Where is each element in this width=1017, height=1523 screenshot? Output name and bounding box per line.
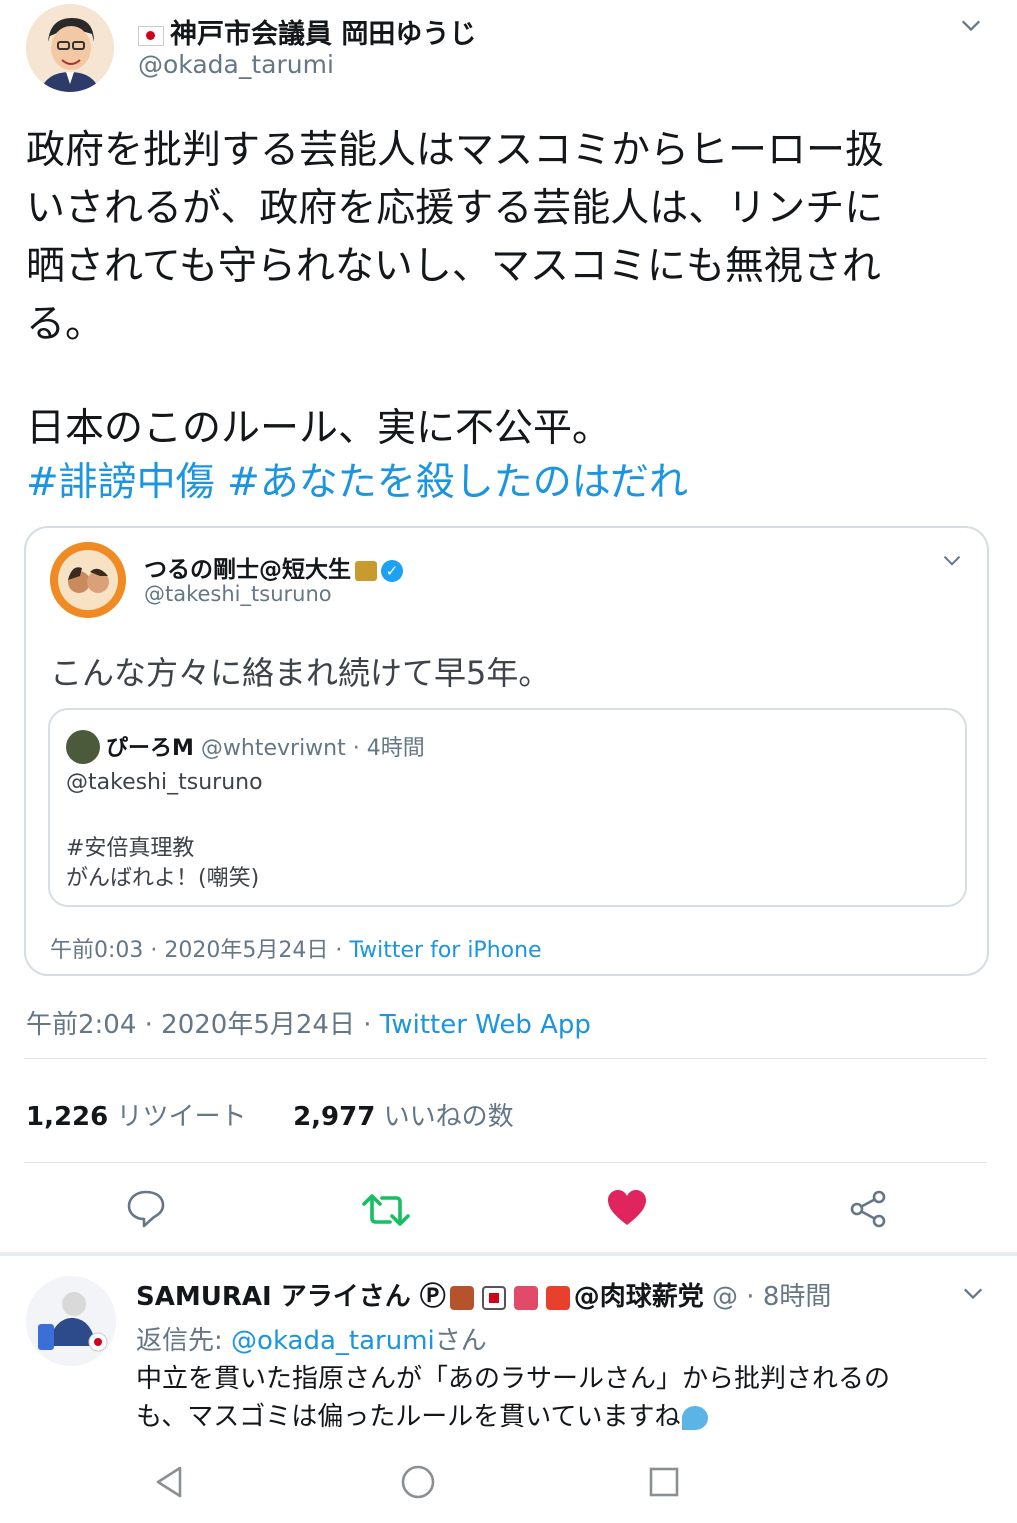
divider [24, 1058, 987, 1059]
retweet-icon [362, 1194, 410, 1226]
nested-author-line: ぴーろM @whtevriwnt · 4時間 [106, 730, 425, 762]
author-handle[interactable]: @okada_tarumi [138, 50, 334, 79]
likes-count: 2,977 [293, 1102, 376, 1132]
nested-author-handle[interactable]: @whtevriwnt · 4時間 [201, 736, 425, 761]
tweet-menu-chevron[interactable] [960, 14, 982, 40]
reply-to-suffix: さん [434, 1326, 487, 1356]
tweet-body-line: 晒されても守られないし、マスコミにも無視され [26, 244, 881, 289]
retweets-count: 1,226 [26, 1102, 109, 1132]
sweat-drops-emoji-icon [682, 1405, 709, 1430]
author-avatar[interactable] [26, 4, 114, 92]
flag-emoji-icon [481, 1285, 506, 1310]
nested-text: がんばれよ！(嘲笑) [66, 866, 260, 891]
shrimp-emoji-icon [545, 1285, 570, 1310]
quoted-author-name[interactable]: つるの剛士@短大生 ✓ [144, 550, 403, 584]
reply-icon [127, 1190, 165, 1228]
likes-label: いいねの数 [383, 1102, 514, 1132]
hashtags: #誹謗中傷 #あなたを殺したのはだれ [26, 456, 986, 510]
verified-badge-icon: ✓ [381, 559, 403, 582]
back-button[interactable] [152, 1464, 188, 1500]
tweet-source-link[interactable]: Twitter Web App [380, 1010, 591, 1040]
hashtag-link[interactable]: #誹謗中傷 [26, 460, 215, 505]
like-button[interactable] [606, 1188, 648, 1228]
reply-body-line: も、マスゴミは偏ったルールを貫いていますね [136, 1402, 681, 1432]
japan-flag-icon [138, 25, 164, 46]
chevron-down-icon [963, 1288, 983, 1300]
author-name[interactable]: 神戸市会議員 岡田ゆうじ [138, 12, 476, 51]
reply-author-avatar[interactable] [26, 1276, 116, 1366]
reply-button[interactable] [124, 1186, 168, 1230]
quoted-timestamp[interactable]: 午前0:03 · 2020年5月24日 · [50, 938, 349, 963]
hashtag-link[interactable]: #あなたを殺したのはだれ [227, 460, 688, 505]
recent-apps-icon [649, 1467, 679, 1497]
quoted-author-name-text: つるの剛士@短大生 [144, 557, 351, 583]
tweet-body-line: 日本のこのルール、実に不公平。 [26, 406, 612, 451]
retweets-label: リツイート [116, 1102, 247, 1132]
hot-springs-emoji-icon [513, 1285, 538, 1310]
reply-author-line: SAMURAI アライさん Ⓟ @肉球薪党 @ · 8時間 [136, 1276, 831, 1313]
meat-emoji-icon [449, 1285, 474, 1310]
graduation-emoji-icon [355, 560, 377, 581]
quoted-source-link[interactable]: Twitter for iPhone [349, 938, 541, 963]
reply-body: 中立を貫いた指原さんが「あのラサールさん」から批判されるの も、マスゴミは偏った… [136, 1360, 890, 1436]
quoted-tweet-card[interactable]: つるの剛士@短大生 ✓ @takeshi_tsuruno こんな方々に絡まれ続けて… [24, 526, 989, 976]
share-icon [850, 1190, 886, 1228]
heart-icon [608, 1190, 646, 1225]
tweet-body: 政府を批判する芸能人はマスコミからヒーロー扱 いされるが、政府を応援する芸能人は… [26, 122, 986, 510]
tweet-stats: 1,226 リツイート 2,977 いいねの数 [26, 1096, 514, 1133]
author-name-text: 神戸市会議員 岡田ゆうじ [170, 19, 477, 50]
divider [24, 1162, 987, 1163]
retweet-button[interactable] [362, 1188, 410, 1232]
section-divider [0, 1252, 1017, 1256]
quoted-author-avatar[interactable] [50, 542, 126, 618]
chevron-down-icon [943, 555, 961, 566]
nested-hashtag[interactable]: #安倍真理教 [66, 830, 194, 862]
home-button[interactable] [400, 1464, 436, 1500]
quoted-tweet-body: こんな方々に絡まれ続けて早5年。 [50, 654, 551, 692]
nested-mention[interactable]: @takeshi_tsuruno [66, 770, 263, 795]
likes-stat[interactable]: 2,977 いいねの数 [293, 1102, 514, 1132]
reply-to-line: 返信先: @okada_tarumiさん [136, 1320, 487, 1357]
reply-author-suffix[interactable]: @肉球薪党 [574, 1282, 704, 1312]
nested-author-name[interactable]: ぴーろM [106, 736, 194, 761]
reply-author-name[interactable]: SAMURAI アライさん Ⓟ [136, 1282, 446, 1312]
home-icon [401, 1465, 435, 1499]
quoted-timestamp-line: 午前0:03 · 2020年5月24日 · Twitter for iPhone [50, 932, 542, 964]
tweet-timestamp-line: 午前2:04 · 2020年5月24日 · Twitter Web App [26, 1004, 591, 1041]
back-icon [156, 1466, 182, 1498]
tweet-body-line: 政府を批判する芸能人はマスコミからヒーロー扱 [26, 128, 885, 173]
reply-author-handle[interactable]: @ · 8時間 [712, 1282, 831, 1312]
quoted-menu-chevron[interactable] [942, 550, 962, 574]
tweet-body-line: る。 [26, 302, 105, 347]
android-nav-bar [0, 1440, 1017, 1523]
tweet-timestamp[interactable]: 午前2:04 · 2020年5月24日 · [26, 1010, 380, 1040]
reply-to-handle[interactable]: @okada_tarumi [231, 1326, 435, 1356]
reply-body-line: 中立を貫いた指原さんが「あのラサールさん」から批判されるの [136, 1364, 891, 1394]
tweet-body-line: いされるが、政府を応援する芸能人は、リンチに [26, 186, 884, 231]
nested-quote-card[interactable]: ぴーろM @whtevriwnt · 4時間 @takeshi_tsuruno … [48, 708, 967, 907]
recent-apps-button[interactable] [648, 1466, 680, 1498]
nested-author-avatar[interactable] [66, 730, 100, 764]
share-button[interactable] [848, 1188, 890, 1230]
reply-menu-chevron[interactable] [962, 1282, 984, 1308]
reply-to-label: 返信先: [136, 1326, 232, 1356]
retweets-stat[interactable]: 1,226 リツイート [26, 1102, 255, 1132]
quoted-author-handle[interactable]: @takeshi_tsuruno [144, 582, 332, 606]
chevron-down-icon [961, 20, 981, 32]
